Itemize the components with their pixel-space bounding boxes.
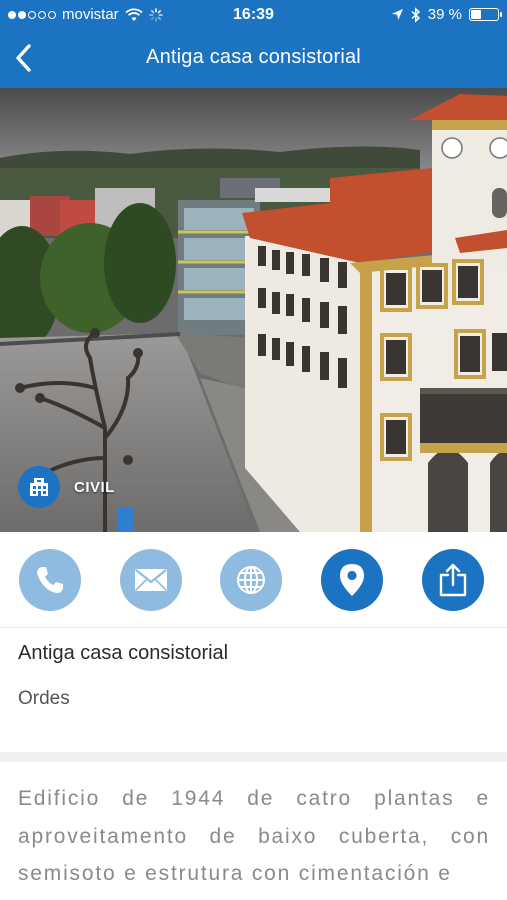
category-badge [18, 466, 60, 508]
place-description: Edificio de 1944 de catro plantas e apro… [18, 787, 490, 885]
category-tag: CIVIL [18, 466, 115, 508]
call-button[interactable] [19, 549, 81, 611]
category-label: CIVIL [74, 478, 115, 496]
building-icon [30, 478, 48, 496]
status-right: 39 % [391, 6, 502, 23]
app-header: movistar 16:39 39 % Antiga casa consisto… [0, 0, 507, 88]
share-button[interactable] [422, 549, 484, 611]
website-button[interactable] [220, 549, 282, 611]
battery-percent: 39 % [427, 6, 462, 23]
place-info: Antiga casa consistorial Ordes [0, 628, 507, 752]
section-divider [0, 752, 507, 762]
back-button[interactable] [8, 38, 38, 78]
phone-icon [37, 567, 63, 593]
location-button[interactable] [321, 549, 383, 611]
location-arrow-icon [391, 9, 403, 20]
hero-photo: CIVIL [0, 88, 507, 532]
email-button[interactable] [120, 549, 182, 611]
nav-bar: Antiga casa consistorial [0, 30, 507, 88]
place-name: Antiga casa consistorial [18, 642, 229, 664]
place-town: Ordes [18, 688, 70, 709]
status-bar: movistar 16:39 39 % [0, 0, 507, 30]
battery-icon [469, 8, 502, 21]
bluetooth-icon [411, 6, 420, 23]
share-icon [439, 563, 467, 597]
envelope-icon [135, 569, 167, 591]
globe-icon [237, 566, 265, 594]
chevron-left-icon [16, 44, 31, 72]
page-title: Antiga casa consistorial [146, 46, 361, 68]
map-pin-icon [340, 564, 364, 596]
action-bar [0, 532, 507, 628]
